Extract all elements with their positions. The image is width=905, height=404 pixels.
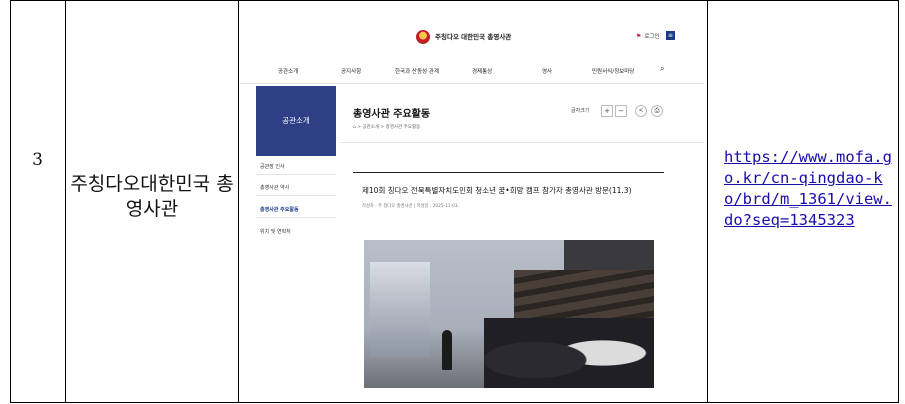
sidebar-divider — [256, 195, 336, 196]
photo-audience — [484, 318, 654, 388]
post-top-rule — [353, 172, 664, 173]
main-nav: 공관소개 공지사항 한국과 산동성 관계 경제통상 영사 민원서식/정보마당 ⌕ — [240, 61, 704, 84]
photo-speaker — [442, 330, 452, 370]
table-border-left — [10, 0, 11, 403]
font-increase-button[interactable]: + — [601, 105, 613, 117]
table-border-bottom — [10, 402, 899, 403]
sidebar-divider — [256, 174, 336, 175]
sidebar-divider — [256, 217, 336, 218]
font-size-label: 글자크기 — [571, 108, 590, 114]
login-link[interactable]: ⚑ 로그인 — [636, 32, 660, 40]
nav-item[interactable]: 공지사항 — [341, 67, 361, 75]
sidebar-banner: 공관소개 — [256, 86, 336, 156]
post-meta: 작성자 : 주 칭다오 총영사관 | 작성일 : 2025-11-03. — [362, 204, 459, 209]
login-label: 로그인 — [644, 34, 660, 40]
site-name: 주칭다오 대한민국 총영사관 — [435, 33, 512, 41]
menu-button[interactable]: ≡ — [666, 31, 675, 40]
national-emblem-icon — [416, 30, 430, 44]
nav-item[interactable]: 경제통상 — [472, 67, 492, 75]
post-title: 제10회 칭다오 전북특별자치도민회 청소년 꿈•희망 캠프 참가자 총영사관 … — [362, 186, 632, 195]
font-decrease-button[interactable]: − — [615, 105, 627, 117]
share-icon[interactable]: < — [635, 105, 647, 117]
sidebar-item[interactable]: 공관장 인사 — [260, 163, 285, 170]
source-link[interactable]: https://www.mofa.go.kr/cn-qingdao-ko/brd… — [724, 147, 899, 231]
sidebar-item[interactable]: 위치 및 연락처 — [260, 228, 291, 235]
site-header: 주칭다오 대한민국 총영사관 ⚑ 로그인 ≡ — [240, 12, 704, 60]
nav-item[interactable]: 민원서식/정보마당 — [592, 67, 634, 75]
page-title: 총영사관 주요활동 — [353, 109, 431, 120]
content-divider — [340, 142, 704, 143]
sidebar-item-active[interactable]: 총영사관 주요활동 — [260, 206, 299, 213]
login-icon: ⚑ — [636, 33, 642, 40]
nav-item[interactable]: 공관소개 — [278, 67, 298, 75]
print-icon[interactable]: ⎙ — [651, 105, 663, 117]
website-screenshot: 주칭다오 대한민국 총영사관 ⚑ 로그인 ≡ 공관소개 공지사항 한국과 산동성 … — [240, 12, 704, 392]
organization-name: 주칭다오대한민국 총영사관 — [70, 173, 234, 220]
photo-projection-screen — [370, 262, 430, 357]
table-divider-3 — [707, 0, 708, 403]
table-divider-2 — [238, 0, 239, 403]
row-number: 3 — [32, 150, 43, 170]
event-photo — [364, 240, 654, 388]
nav-item[interactable]: 한국과 산동성 관계 — [395, 67, 439, 75]
nav-item[interactable]: 영사 — [542, 67, 552, 75]
breadcrumb: ⌂ > 공관소개 > 총영사관 주요활동 — [353, 125, 421, 130]
search-icon[interactable]: ⌕ — [660, 64, 664, 74]
table-border-top — [10, 0, 899, 1]
sidebar-item[interactable]: 총영사관 약사 — [260, 184, 289, 191]
